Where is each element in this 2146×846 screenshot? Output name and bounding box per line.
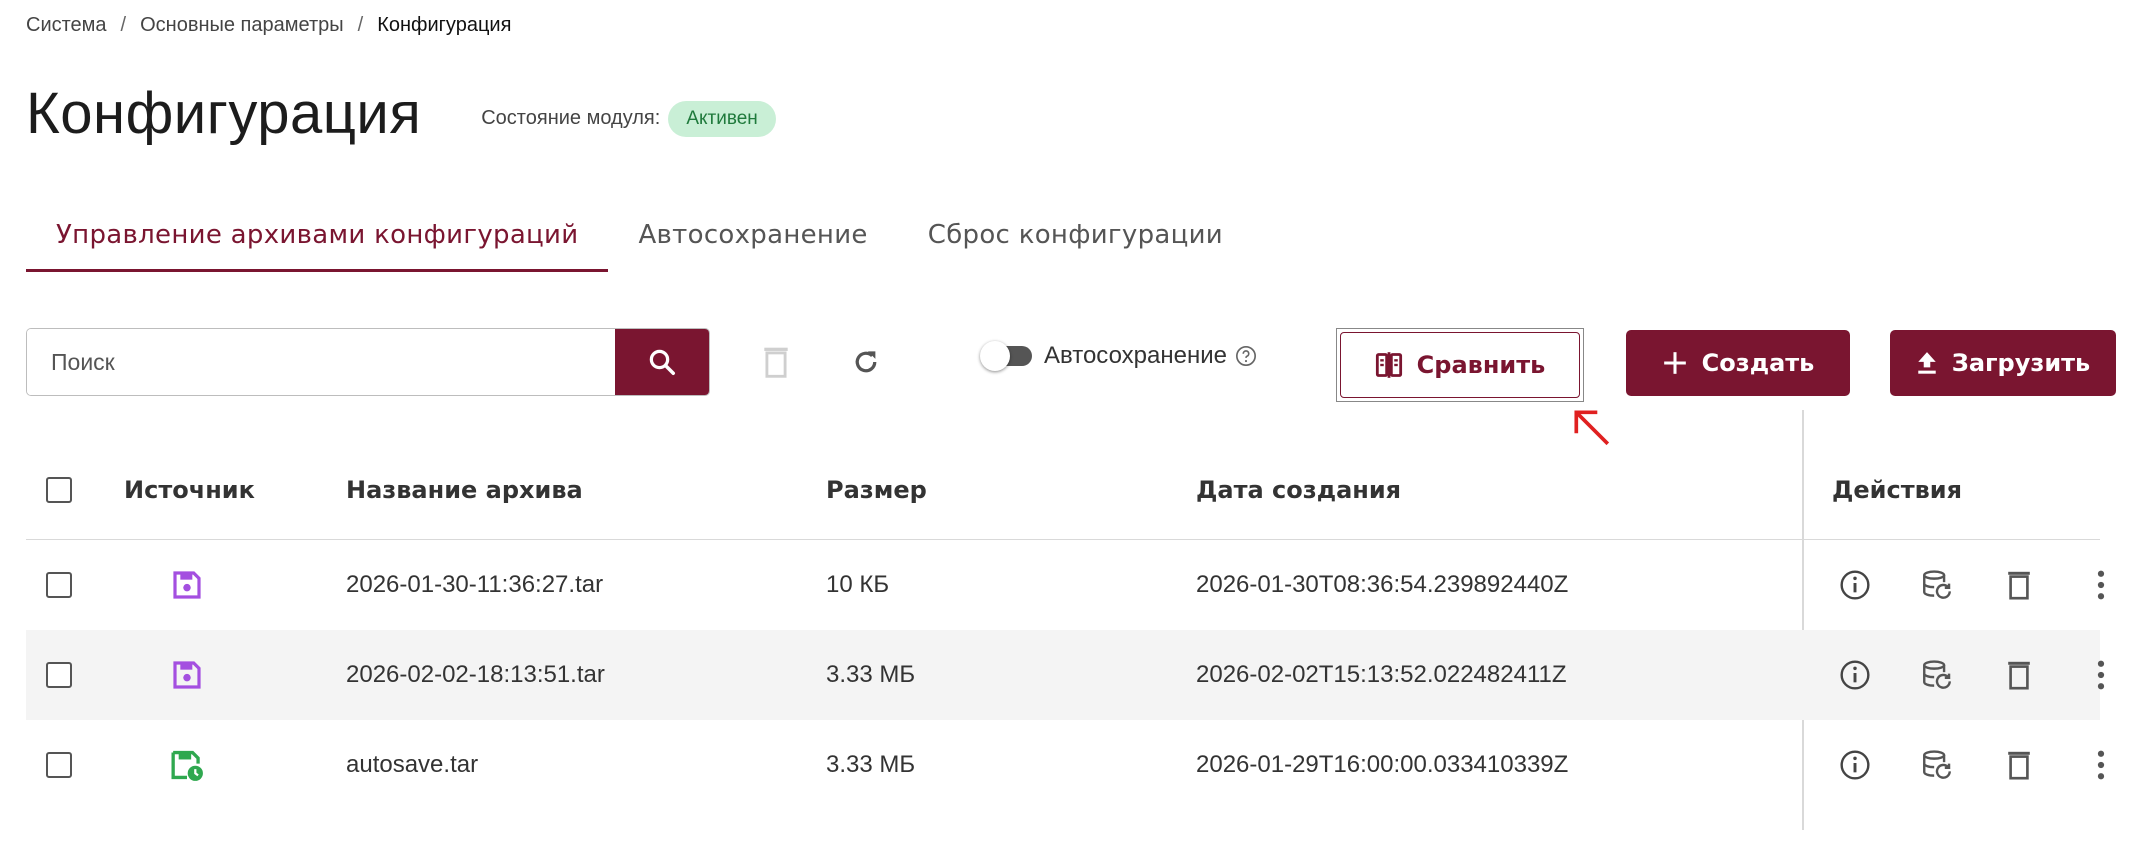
search-input[interactable]: [27, 329, 615, 395]
upload-button[interactable]: Загрузить: [1890, 330, 2116, 396]
archive-size: 3.33 МБ: [826, 661, 916, 688]
column-header-date[interactable]: Дата создания: [1196, 440, 1401, 539]
delete-selected-button[interactable]: [754, 340, 798, 384]
tab-config-reset[interactable]: Сброс конфигурации: [898, 210, 1253, 272]
delete-icon[interactable]: [1978, 659, 2060, 691]
breadcrumb-item-system[interactable]: Система: [26, 14, 107, 37]
refresh-button[interactable]: [844, 340, 888, 384]
save-icon: [124, 540, 250, 630]
toolbar: Автосохранение Сравнить Создать Загрузит…: [26, 328, 2126, 402]
compare-highlight-frame: Сравнить: [1336, 328, 1584, 402]
create-label: Создать: [1701, 349, 1815, 377]
archive-date: 2026-02-02T15:13:52.022482411Z: [1196, 661, 1567, 688]
archives-table: Источник Название архива Размер Дата соз…: [26, 410, 2105, 830]
autosave-toggle[interactable]: [980, 341, 1032, 371]
module-state: Состояние модуля: Активен: [481, 100, 776, 137]
upload-icon: [1918, 352, 1936, 374]
table-row: autosave.tar 3.33 МБ 2026-01-29T16:00:00…: [26, 720, 2105, 810]
restore-database-icon[interactable]: [1896, 568, 1978, 602]
compare-icon: [1375, 352, 1402, 378]
search-box: [26, 328, 710, 396]
tab-archive-management[interactable]: Управление архивами конфигураций: [26, 210, 609, 272]
tab-autosave[interactable]: Автосохранение: [608, 210, 897, 272]
archive-date: 2026-01-30T08:36:54.239892440Z: [1196, 571, 1569, 598]
breadcrumb-item-current: Конфигурация: [377, 14, 512, 36]
table-row: 2026-01-30-11:36:27.tar 10 КБ 2026-01-30…: [26, 540, 2105, 630]
autosave-label: Автосохранение: [1044, 342, 1227, 369]
archive-name: autosave.tar: [346, 751, 479, 778]
select-all-checkbox[interactable]: [46, 476, 72, 503]
create-button[interactable]: Создать: [1626, 330, 1850, 396]
page-title: Конфигурация: [26, 81, 422, 146]
row-checkbox[interactable]: [46, 572, 72, 598]
compare-label: Сравнить: [1416, 351, 1546, 379]
more-vertical-icon[interactable]: [2060, 660, 2142, 690]
archive-date: 2026-01-29T16:00:00.033410339Z: [1196, 751, 1569, 778]
breadcrumb-separator: /: [357, 14, 364, 36]
archive-name: 2026-01-30-11:36:27.tar: [346, 571, 604, 598]
plus-icon: [1663, 352, 1686, 374]
delete-icon[interactable]: [1978, 569, 2060, 601]
row-actions: [1814, 720, 2142, 810]
title-row: Конфигурация Состояние модуля: Активен: [26, 80, 776, 147]
restore-database-icon[interactable]: [1896, 748, 1978, 782]
column-header-actions: Действия: [1832, 475, 1963, 504]
more-vertical-icon[interactable]: [2060, 750, 2142, 780]
refresh-icon: [855, 351, 877, 373]
search-button[interactable]: [615, 329, 709, 395]
help-icon[interactable]: [1235, 345, 1257, 367]
row-actions: [1814, 540, 2142, 630]
archive-size: 10 КБ: [826, 571, 890, 598]
breadcrumb: Система / Основные параметры / Конфигура…: [26, 14, 511, 37]
archive-size: 3.33 МБ: [826, 751, 916, 778]
autosave-icon: [124, 720, 250, 810]
row-actions: [1814, 630, 2142, 720]
status-badge: Активен: [668, 100, 776, 137]
archive-name: 2026-02-02-18:13:51.tar: [346, 661, 605, 688]
row-checkbox[interactable]: [46, 662, 72, 688]
autosave-toggle-group: Автосохранение: [980, 341, 1257, 371]
toggle-knob: [980, 341, 1010, 371]
trash-icon: [764, 347, 788, 378]
info-icon[interactable]: [1814, 569, 1896, 601]
compare-button[interactable]: Сравнить: [1340, 332, 1580, 398]
info-icon[interactable]: [1814, 749, 1896, 781]
save-icon: [124, 630, 250, 720]
restore-database-icon[interactable]: [1896, 658, 1978, 692]
row-checkbox[interactable]: [46, 752, 72, 778]
upload-label: Загрузить: [1951, 349, 2091, 377]
module-state-label: Состояние модуля:: [481, 107, 661, 129]
table-row: 2026-02-02-18:13:51.tar 3.33 МБ 2026-02-…: [26, 630, 2105, 720]
table-header-row: Источник Название архива Размер Дата соз…: [26, 440, 2100, 540]
column-header-name[interactable]: Название архива: [346, 440, 583, 539]
breadcrumb-item-basic-params[interactable]: Основные параметры: [140, 14, 344, 37]
more-vertical-icon[interactable]: [2060, 570, 2142, 600]
column-header-source[interactable]: Источник: [124, 440, 255, 539]
breadcrumb-separator: /: [120, 14, 127, 36]
info-icon[interactable]: [1814, 659, 1896, 691]
delete-icon[interactable]: [1978, 749, 2060, 781]
column-header-size[interactable]: Размер: [826, 440, 927, 539]
search-icon: [649, 349, 675, 375]
tab-bar: Управление архивами конфигураций Автосох…: [26, 210, 1253, 272]
